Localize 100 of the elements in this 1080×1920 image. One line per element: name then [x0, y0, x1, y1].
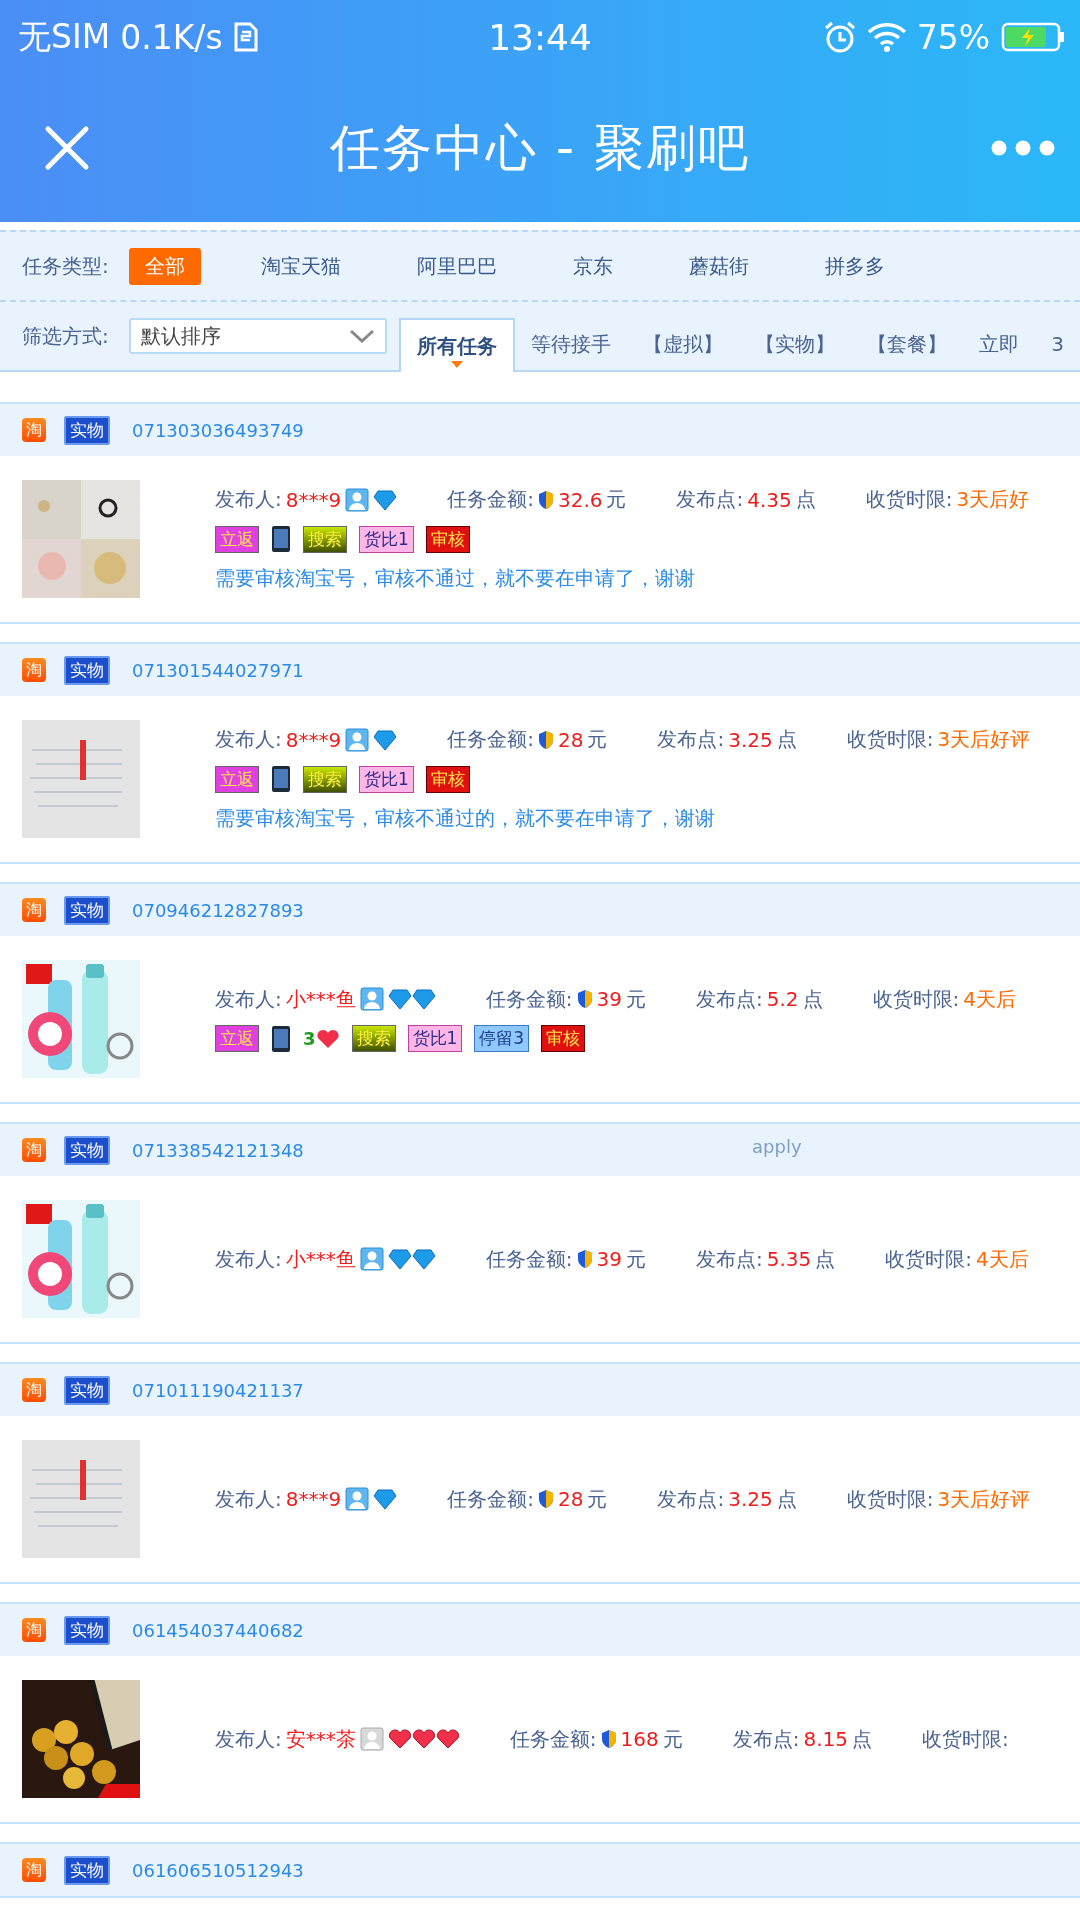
task-id[interactable]: 070946212827893: [132, 899, 304, 921]
unit-text: 点: [815, 1245, 836, 1273]
sort-tab[interactable]: 【虚拟】: [627, 318, 740, 370]
heart-icon: [411, 1728, 436, 1750]
task-tag: 立返: [215, 765, 259, 793]
field-label: 收货时限:: [872, 985, 960, 1013]
overlay-text: apply: [752, 1136, 802, 1157]
field-label: 发布人:: [215, 726, 282, 753]
more-icon[interactable]: [990, 139, 1056, 157]
diamond-icon: [387, 1248, 412, 1270]
amount-value: 39: [596, 987, 622, 1011]
platform-badge: 淘: [22, 1858, 46, 1882]
type-tab[interactable]: 拼多多: [808, 247, 901, 285]
field-label: 发布点:: [732, 1725, 800, 1753]
task-tag: 货比1: [407, 1025, 463, 1052]
type-tab[interactable]: 阿里巴巴: [400, 247, 513, 285]
amount-value: 32.6: [557, 487, 603, 512]
task-note: 需要审核淘宝号，审核不通过的，就不要在申请了，谢谢: [215, 805, 716, 832]
field-label: 收货时限:: [921, 1725, 1009, 1753]
tablet-icon: [271, 765, 291, 793]
chevron-icon: [349, 328, 376, 344]
platform-badge: 淘: [22, 418, 46, 442]
field-label: 发布点:: [695, 985, 763, 1013]
sort-tab[interactable]: 【套餐】: [851, 318, 964, 370]
field-label: 发布人:: [215, 1725, 282, 1753]
sort-tab[interactable]: 【实物】: [739, 318, 852, 370]
publisher-name: 小***鱼: [285, 1245, 356, 1273]
task-tag: 货比1: [359, 525, 414, 553]
type-tab[interactable]: 蘑菇街: [672, 247, 765, 285]
field-label: 任务金额:: [509, 1725, 597, 1753]
task-id[interactable]: 061606510512943: [132, 1859, 304, 1881]
heart-icon: [387, 1728, 412, 1750]
field-label: 任务金额:: [447, 726, 534, 753]
amount-value: 39: [596, 1247, 622, 1271]
deadline-value: 3天后好评: [937, 1485, 1031, 1513]
field-label: 发布点:: [695, 1245, 763, 1273]
points-value: 3.25: [728, 727, 773, 752]
alarm-icon: [822, 20, 857, 54]
battery-percent: 75%: [916, 17, 990, 57]
task-tag: 审核: [425, 765, 470, 793]
task-tag: 立返: [215, 525, 259, 553]
type-tab[interactable]: 淘宝天猫: [244, 247, 357, 285]
publisher-name: 8***9: [285, 727, 342, 752]
field-label: 收货时限:: [846, 726, 934, 753]
diamond-icon: [373, 488, 398, 511]
task-tag: 立返: [215, 1025, 259, 1052]
unit-text: 元: [662, 1725, 683, 1753]
task-tag: 审核: [425, 525, 470, 553]
sort-dropdown[interactable]: 默认排序: [128, 318, 388, 354]
sort-tab[interactable]: 立即: [963, 318, 1036, 370]
type-badge: 实物: [64, 655, 110, 685]
type-tab[interactable]: 京东: [556, 247, 629, 285]
filter-label: 筛选方式:: [22, 322, 109, 350]
shield-icon: [600, 1729, 617, 1749]
diamond-icon: [411, 1248, 436, 1270]
field-label: 发布人:: [215, 985, 282, 1013]
task-note: 需要审核淘宝号，审核不通过，就不要在申请了，谢谢: [215, 565, 696, 592]
unit-text: 元: [606, 486, 627, 513]
publisher-name: 8***9: [285, 487, 342, 512]
field-label: 发布点:: [657, 726, 725, 753]
task-tag: 审核: [541, 1025, 586, 1052]
task-id[interactable]: 071301544027971: [132, 659, 304, 681]
type-tab[interactable]: 全部: [128, 247, 201, 285]
type-badge: 实物: [64, 1375, 110, 1405]
type-badge: 实物: [64, 1615, 110, 1645]
shield-icon: [537, 729, 554, 750]
points-value: 8.15: [803, 1727, 848, 1751]
task-id[interactable]: 071303036493749: [132, 419, 304, 441]
sort-tab[interactable]: 等待接手: [515, 318, 628, 370]
publisher-name: 安***茶: [285, 1725, 356, 1753]
deadline-value: 4天后: [963, 985, 1016, 1013]
platform-badge: 淘: [22, 658, 46, 682]
field-label: 收货时限:: [865, 486, 953, 513]
clock-time: 13:44: [488, 16, 592, 58]
task-id[interactable]: 071011190421137: [132, 1379, 304, 1401]
sim-icon: [232, 22, 259, 52]
task-tag: 停留3: [474, 1025, 530, 1052]
sort-tab[interactable]: 所有任务: [399, 318, 516, 372]
field-label: 发布点:: [657, 1485, 725, 1513]
tablet-icon: [271, 1024, 291, 1053]
wifi-icon: [866, 22, 907, 52]
field-label: 收货时限:: [885, 1245, 972, 1273]
unit-text: 元: [587, 726, 608, 753]
field-label: 任务金额:: [447, 486, 534, 513]
platform-badge: 淘: [22, 1138, 46, 1162]
shield-icon: [537, 1489, 554, 1509]
deadline-value: 4天后: [976, 1245, 1029, 1273]
field-label: 发布点:: [676, 486, 744, 513]
amount-value: 28: [557, 727, 584, 752]
shield-icon: [537, 489, 554, 510]
field-label: 发布人:: [215, 486, 282, 513]
task-id[interactable]: 071338542121348: [132, 1139, 304, 1161]
task-tag: 货比1: [359, 765, 414, 793]
diamond-icon: [411, 988, 436, 1010]
sort-tab[interactable]: 3: [1035, 318, 1080, 370]
platform-badge: 淘: [22, 1378, 46, 1402]
points-value: 4.35: [747, 487, 792, 512]
task-id[interactable]: 061454037440682: [132, 1619, 304, 1641]
close-icon[interactable]: [44, 125, 90, 171]
field-label: 任务金额:: [447, 1485, 534, 1513]
